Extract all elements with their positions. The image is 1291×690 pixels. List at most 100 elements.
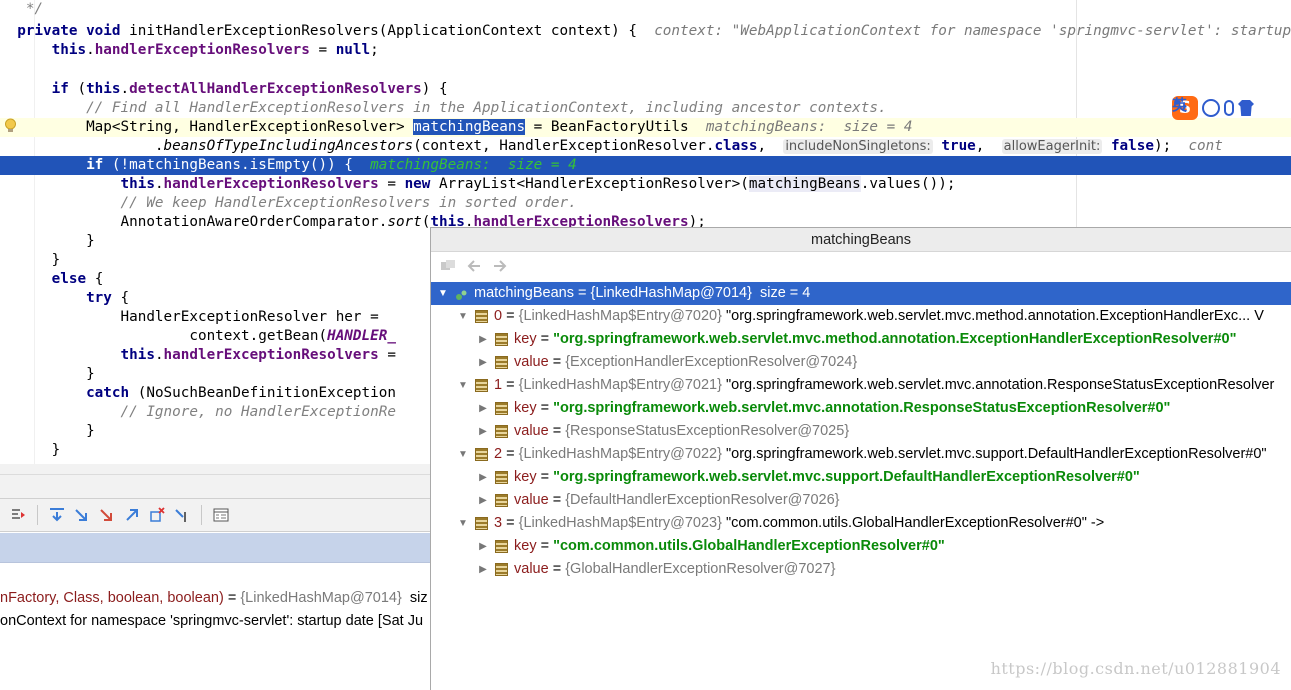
- tree-row[interactable]: ▶ key = "org.springframework.web.servlet.…: [431, 328, 1291, 351]
- code-line[interactable]: [0, 60, 1291, 79]
- code-token: =: [309, 42, 336, 58]
- drop-frame-icon[interactable]: [147, 505, 167, 525]
- code-token: else: [0, 271, 95, 287]
- tree-row-text: value = {ResponseStatusExceptionResolver…: [514, 423, 850, 439]
- code-line[interactable]: this.handlerExceptionResolvers = null;: [0, 41, 1291, 60]
- field-icon: [475, 310, 488, 323]
- frame-line-2[interactable]: onContext for namespace 'springmvc-servl…: [0, 611, 423, 631]
- code-line[interactable]: .beansOfTypeIncludingAncestors(context, …: [0, 137, 1291, 156]
- frames-panel-header: [0, 533, 431, 563]
- code-token: // Find all HandlerExceptionResolvers in…: [0, 100, 887, 116]
- tree-row[interactable]: ▼ 2 = {LinkedHashMap$Entry@7022} "org.spr…: [431, 443, 1291, 466]
- ime-punctuation-toggle[interactable]: •,: [1172, 94, 1187, 112]
- microphone-icon[interactable]: [1224, 100, 1234, 116]
- tree-row[interactable]: ▼ 3 = {LinkedHashMap$Entry@7023} "com.com…: [431, 512, 1291, 535]
- back-arrow-icon[interactable]: [465, 257, 483, 275]
- popup-toolbar: [431, 252, 1291, 280]
- code-line[interactable]: this.handlerExceptionResolvers = new Arr…: [0, 175, 1291, 194]
- force-step-into-icon[interactable]: [97, 505, 117, 525]
- parameter-hint: includeNonSingletons:: [783, 139, 933, 154]
- code-token: );: [1154, 138, 1189, 154]
- tree-row[interactable]: ▶ key = "org.springframework.web.servlet.…: [431, 397, 1291, 420]
- tree-row-text: 0 = {LinkedHashMap$Entry@7020} "org.spri…: [494, 308, 1264, 324]
- lightbulb-icon[interactable]: [4, 118, 17, 134]
- step-into-icon[interactable]: [72, 505, 92, 525]
- field-icon: [495, 356, 508, 369]
- skin-icon[interactable]: [1238, 100, 1254, 116]
- tree-row[interactable]: ▼ 1 = {LinkedHashMap$Entry@7021} "org.spr…: [431, 374, 1291, 397]
- run-to-cursor-icon[interactable]: [172, 505, 192, 525]
- variable-tree: ▼ matchingBeans = {LinkedHashMap@7014} si…: [431, 282, 1291, 690]
- code-token: this: [0, 42, 87, 58]
- code-token: Map<String, HandlerExceptionResolver>: [0, 119, 414, 135]
- sogou-ime-toolbar[interactable]: S 英 •,: [1172, 94, 1290, 122]
- expand-arrow-right-icon[interactable]: ▶: [477, 489, 489, 512]
- step-out-icon[interactable]: [122, 505, 142, 525]
- navigate-icon[interactable]: [439, 257, 457, 275]
- expand-arrow-down-icon[interactable]: ▼: [457, 512, 469, 535]
- field-icon: [475, 448, 488, 461]
- tree-row[interactable]: ▶ value = {ExceptionHandlerExceptionResol…: [431, 351, 1291, 374]
- emoji-icon[interactable]: [1202, 99, 1220, 117]
- tree-row[interactable]: ▼ 0 = {LinkedHashMap$Entry@7020} "org.spr…: [431, 305, 1291, 328]
- code-token: this: [86, 81, 121, 97]
- code-token: // We keep HandlerExceptionResolvers in …: [0, 195, 577, 211]
- show-execution-point-icon[interactable]: [8, 505, 28, 525]
- expand-arrow-right-icon[interactable]: ▶: [477, 420, 489, 443]
- code-line[interactable]: Map<String, HandlerExceptionResolver> ma…: [0, 118, 1291, 137]
- field-icon: [475, 379, 488, 392]
- expand-arrow-right-icon[interactable]: ▶: [477, 397, 489, 420]
- code-line[interactable]: // Find all HandlerExceptionResolvers in…: [0, 99, 1291, 118]
- code-token: context.getBean(: [0, 328, 328, 344]
- code-token: =: [378, 176, 405, 192]
- code-token: sort: [387, 214, 422, 230]
- inline-debug-value: matchingBeans: size = 4: [705, 119, 913, 135]
- tree-row[interactable]: ▶ value = {GlobalHandlerExceptionResolver…: [431, 558, 1291, 581]
- code-token: ) {: [421, 81, 448, 97]
- code-token: handlerExceptionResolvers: [163, 347, 379, 363]
- code-token: true: [941, 138, 976, 154]
- step-over-icon[interactable]: [47, 505, 67, 525]
- code-token: .values());: [860, 176, 956, 192]
- tree-row-text: value = {DefaultHandlerExceptionResolver…: [514, 492, 840, 508]
- expand-arrow-right-icon[interactable]: ▶: [477, 328, 489, 351]
- code-token: try: [0, 290, 121, 306]
- code-token: .: [0, 138, 164, 154]
- expand-arrow-right-icon[interactable]: ▶: [477, 558, 489, 581]
- field-icon: [495, 333, 508, 346]
- expand-arrow-down-icon[interactable]: ▼: [457, 374, 469, 397]
- evaluate-expression-icon[interactable]: [211, 505, 231, 525]
- tree-row[interactable]: ▶ value = {ResponseStatusExceptionResolve…: [431, 420, 1291, 443]
- frame-line-1[interactable]: nFactory, Class, boolean, boolean) = {Li…: [0, 588, 428, 608]
- expand-arrow-down-icon[interactable]: ▼: [457, 305, 469, 328]
- code-line[interactable]: // We keep HandlerExceptionResolvers in …: [0, 194, 1291, 213]
- code-token: handlerExceptionResolvers: [163, 176, 379, 192]
- code-line[interactable]: if (!matchingBeans.isEmpty()) { matching…: [0, 156, 1291, 175]
- tree-row-text: 2 = {LinkedHashMap$Entry@7022} "org.spri…: [494, 446, 1267, 462]
- code-token: ArrayList<HandlerExceptionResolver>(: [439, 176, 749, 192]
- expand-arrow-right-icon[interactable]: ▶: [477, 535, 489, 558]
- code-token: ,: [975, 138, 1002, 154]
- code-line[interactable]: */: [0, 0, 1291, 19]
- expand-arrow-right-icon[interactable]: ▶: [477, 351, 489, 374]
- expand-arrow-down-icon[interactable]: ▼: [437, 282, 449, 305]
- code-line[interactable]: if (this.detectAllHandlerExceptionResolv…: [0, 80, 1291, 99]
- code-line[interactable]: private void initHandlerExceptionResolve…: [0, 22, 1291, 41]
- code-token: ;: [370, 42, 379, 58]
- code-token: matchingBeans: [413, 119, 526, 135]
- forward-arrow-icon[interactable]: [491, 257, 509, 275]
- parameter-hint: allowEagerInit:: [1001, 139, 1103, 154]
- code-token: ,: [757, 138, 784, 154]
- tree-root-row[interactable]: ▼ matchingBeans = {LinkedHashMap@7014} si…: [431, 282, 1291, 305]
- code-token: new: [404, 176, 439, 192]
- code-token: */: [0, 1, 44, 17]
- tree-row-text: value = {GlobalHandlerExceptionResolver@…: [514, 561, 836, 577]
- tree-row-text: matchingBeans = {LinkedHashMap@7014} siz…: [474, 285, 811, 301]
- tree-row[interactable]: ▶ key = "com.common.utils.GlobalHandlerEx…: [431, 535, 1291, 558]
- expand-arrow-down-icon[interactable]: ▼: [457, 443, 469, 466]
- code-token: this: [0, 347, 155, 363]
- expand-arrow-right-icon[interactable]: ▶: [477, 466, 489, 489]
- tree-row[interactable]: ▶ value = {DefaultHandlerExceptionResolve…: [431, 489, 1291, 512]
- tree-row[interactable]: ▶ key = "org.springframework.web.servlet.…: [431, 466, 1291, 489]
